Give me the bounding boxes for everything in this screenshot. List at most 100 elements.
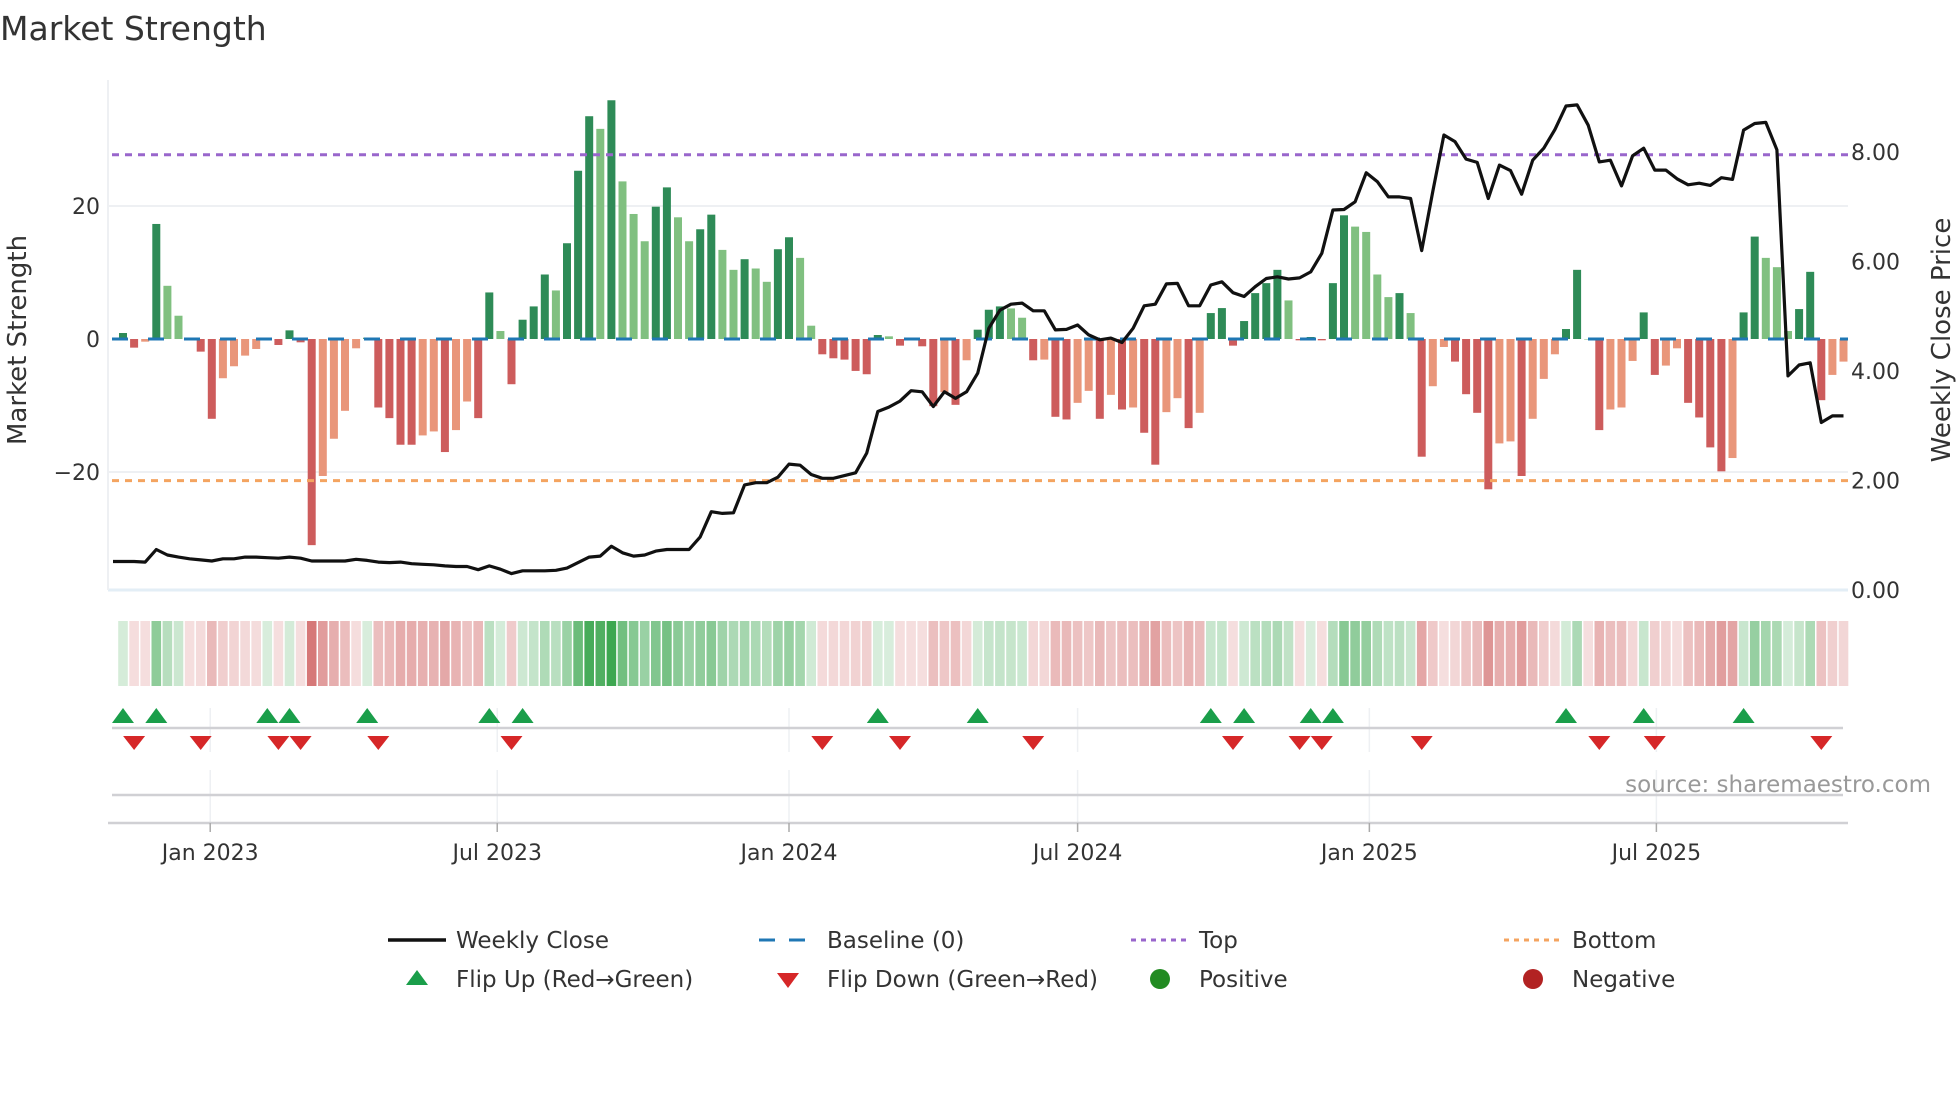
strength-strip-cell bbox=[429, 621, 439, 686]
strength-strip-cell bbox=[1239, 621, 1249, 686]
strength-strip-cell bbox=[1694, 621, 1704, 686]
y2-tick-label: 4.00 bbox=[1851, 360, 1900, 385]
flip-down-marker bbox=[367, 736, 390, 750]
strength-strip-cell bbox=[1805, 621, 1815, 686]
strength-strip-cell bbox=[1716, 621, 1727, 686]
strength-strip-cell bbox=[1627, 621, 1638, 686]
flip-up-marker bbox=[966, 708, 989, 723]
strength-strip-cell bbox=[1461, 621, 1471, 686]
strength-bar bbox=[1284, 300, 1293, 339]
strength-strip-cell bbox=[551, 621, 561, 686]
flip-down-marker bbox=[500, 736, 523, 750]
strength-strip-cell bbox=[229, 621, 239, 686]
flip-up-marker bbox=[1199, 708, 1222, 723]
strength-bar bbox=[352, 339, 361, 349]
strength-bar bbox=[1140, 339, 1149, 433]
strength-bar bbox=[1706, 339, 1715, 448]
strength-strip-cell bbox=[1638, 621, 1649, 686]
strength-bar bbox=[884, 336, 893, 339]
strength-strip-cell bbox=[795, 621, 805, 686]
strength-bar bbox=[1073, 339, 1082, 403]
strength-strip-cell bbox=[995, 621, 1005, 686]
strength-bar bbox=[807, 325, 816, 339]
strength-bar bbox=[596, 128, 605, 339]
strength-strip-cell bbox=[140, 621, 150, 686]
flip-up-marker bbox=[256, 708, 279, 723]
source-label: source: sharemaestro.com bbox=[1625, 772, 1931, 798]
strength-bar bbox=[1018, 317, 1027, 339]
strength-bar bbox=[529, 306, 538, 339]
strength-strip-cell bbox=[528, 621, 539, 686]
strength-strip-cell bbox=[495, 621, 506, 686]
strength-bar bbox=[396, 339, 405, 445]
strength-bar bbox=[1040, 339, 1049, 360]
strength-bar bbox=[696, 229, 705, 339]
strength-strip-cell bbox=[684, 621, 694, 686]
strength-strip-cell bbox=[373, 621, 384, 686]
strength-bar bbox=[1550, 339, 1559, 355]
strength-bar bbox=[1206, 313, 1215, 339]
strength-bar bbox=[1340, 215, 1348, 339]
strength-strip-cell bbox=[1339, 621, 1349, 686]
strength-bar bbox=[1684, 339, 1693, 403]
strength-strip-cell bbox=[1561, 621, 1571, 686]
strength-strip-cell bbox=[1161, 621, 1172, 686]
strength-bar bbox=[1517, 339, 1526, 476]
legend-label: Positive bbox=[1199, 967, 1288, 993]
strength-strip-cell bbox=[861, 621, 872, 686]
strength-strip-cell bbox=[762, 621, 772, 686]
chart-title: Market Strength bbox=[0, 9, 267, 48]
strength-bar bbox=[1084, 339, 1093, 391]
x-tick-label: Jul 2024 bbox=[1031, 841, 1123, 866]
strength-strip-cell bbox=[1450, 621, 1460, 686]
flip-down-marker bbox=[1222, 736, 1244, 750]
flip-up-marker bbox=[1732, 708, 1755, 723]
strength-strip-cell bbox=[540, 621, 550, 686]
y2-axis-label: Weekly Close Price bbox=[1927, 218, 1957, 463]
strength-bar bbox=[374, 339, 383, 408]
strength-strip-cell bbox=[1827, 621, 1838, 686]
strength-strip-cell bbox=[950, 621, 961, 686]
flip-up-marker bbox=[1555, 708, 1577, 723]
strength-bar bbox=[1528, 339, 1537, 419]
strength-strip-cell bbox=[162, 621, 173, 686]
strength-bar bbox=[1317, 339, 1326, 341]
strength-bar bbox=[1695, 339, 1704, 418]
strength-bar bbox=[540, 274, 549, 339]
strength-bar bbox=[496, 331, 505, 339]
strength-strip-cell bbox=[218, 621, 228, 686]
y-tick-label: 0 bbox=[86, 328, 100, 353]
strength-strip-cell bbox=[251, 621, 261, 686]
strength-strip-cell bbox=[362, 621, 372, 686]
flip-down-marker bbox=[1022, 736, 1045, 750]
strength-strip-cell bbox=[1683, 621, 1693, 686]
strength-strip-cell bbox=[173, 621, 184, 686]
strength-bar bbox=[1095, 339, 1104, 419]
strength-bar bbox=[463, 339, 472, 402]
strength-strip-cell bbox=[262, 621, 273, 686]
y2-tick-label: 2.00 bbox=[1851, 470, 1900, 495]
y-tick-label: 20 bbox=[72, 195, 100, 220]
strength-strip-cell bbox=[717, 621, 728, 686]
strength-bar bbox=[196, 339, 205, 352]
strength-bar bbox=[1217, 308, 1226, 339]
strength-bar bbox=[1750, 236, 1759, 339]
strength-strip-cell bbox=[1783, 621, 1793, 686]
strength-bar bbox=[674, 217, 682, 339]
y2-tick-label: 6.00 bbox=[1851, 251, 1900, 276]
strength-strip-cell bbox=[1516, 621, 1527, 686]
legend-flip-up-icon bbox=[406, 970, 428, 985]
flip-down-marker bbox=[1288, 736, 1311, 750]
strength-strip-cell bbox=[1372, 621, 1383, 686]
strength-strip-cell bbox=[1483, 621, 1494, 686]
flip-up-marker bbox=[112, 708, 134, 723]
strength-strip-cell bbox=[584, 621, 594, 686]
strength-strip-cell bbox=[417, 621, 428, 686]
strength-strip-cell bbox=[1228, 621, 1238, 686]
strength-strip-cell bbox=[1361, 621, 1371, 686]
strength-bar bbox=[1473, 339, 1482, 413]
strength-bar bbox=[1639, 312, 1648, 339]
strength-bar bbox=[1106, 339, 1115, 395]
flip-up-marker bbox=[1321, 708, 1344, 723]
strength-bar bbox=[1539, 339, 1548, 379]
